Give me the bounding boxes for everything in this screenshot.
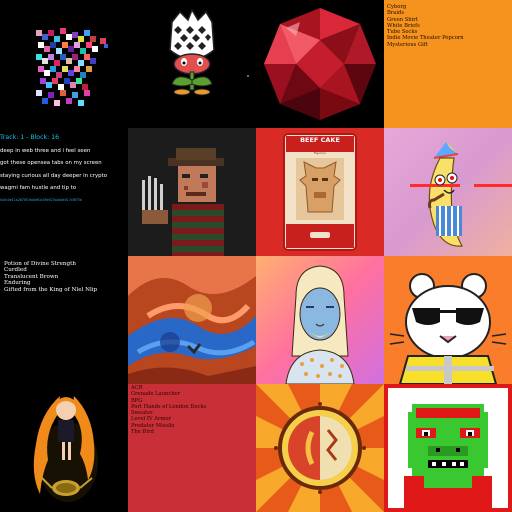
attribute-item: The Bird — [131, 429, 154, 436]
abstract-swirl-art — [128, 256, 256, 384]
nft-tile-pixel-freddy[interactable] — [128, 128, 256, 256]
pixel-green-ape-art — [384, 384, 512, 512]
nft-tile-red-gem[interactable] — [256, 0, 384, 128]
nft-tile-pixel-green-ape[interactable] — [384, 384, 512, 512]
nft-tile-attributes-orange[interactable]: Cyborg Braids Green Shirt White Briefs T… — [384, 0, 512, 128]
nft-tile-banana[interactable] — [384, 128, 512, 256]
pixel-freddy-art — [142, 148, 224, 256]
banana-character-art — [410, 142, 512, 247]
flower-monster-art — [169, 8, 249, 96]
nft-tile-sunburst-coin[interactable] — [256, 384, 384, 512]
lyric-line: staying curious all day deeper in crypto — [0, 172, 107, 179]
red-gem-art — [264, 8, 376, 120]
nft-tile-potion[interactable]: Potion of Divine Strength Curdled Transl… — [0, 256, 128, 384]
pixel-glitch-art — [36, 28, 108, 106]
lyric-line: deep in web three and i feel seen — [0, 148, 91, 154]
attribute-item: Gifted from the King of Nlel Nlip — [4, 286, 98, 293]
nft-tile-cool-cat[interactable] — [384, 256, 512, 384]
nft-tile-abstract-swirl[interactable] — [128, 256, 256, 384]
nft-tile-pixel-glitch[interactable] — [0, 0, 128, 128]
cool-cat-art — [389, 273, 507, 384]
track-label: Track: 1 - Block: 16 — [0, 134, 60, 141]
lyric-line: got these opensea tabs on my screen — [0, 160, 102, 167]
sunburst-coin-art — [256, 384, 384, 512]
nft-tile-blue-face-portrait[interactable] — [256, 256, 384, 384]
tx-hash: 0x0c0e11a2870f19a0e61c05e523a0a0e017c8f7… — [0, 197, 82, 202]
box-subtitle: Figurine — [314, 151, 326, 155]
nft-tile-flower-monster[interactable] — [128, 0, 256, 128]
anime-girl-art — [33, 396, 98, 502]
beef-cake-box-art — [283, 133, 357, 251]
box-title: BEEF CAKE — [300, 136, 340, 144]
blue-face-portrait-art — [285, 265, 355, 384]
nft-tile-beef-cake[interactable]: BEEF CAKE Figurine — [256, 128, 384, 256]
lyric-line: wagmi fam hustle and tip to — [0, 185, 77, 192]
attribute-item: Mysterious Gift — [387, 41, 428, 48]
nft-tile-anime-girl[interactable] — [0, 384, 128, 512]
nft-tile-loadout[interactable]: ACR Grenade Launcher BPG Port Hands of L… — [128, 384, 256, 512]
nft-tile-lyrics[interactable]: Track: 1 - Block: 16 deep in web three a… — [0, 128, 128, 256]
nft-gallery-grid: Cyborg Braids Green Shirt White Briefs T… — [0, 0, 512, 512]
